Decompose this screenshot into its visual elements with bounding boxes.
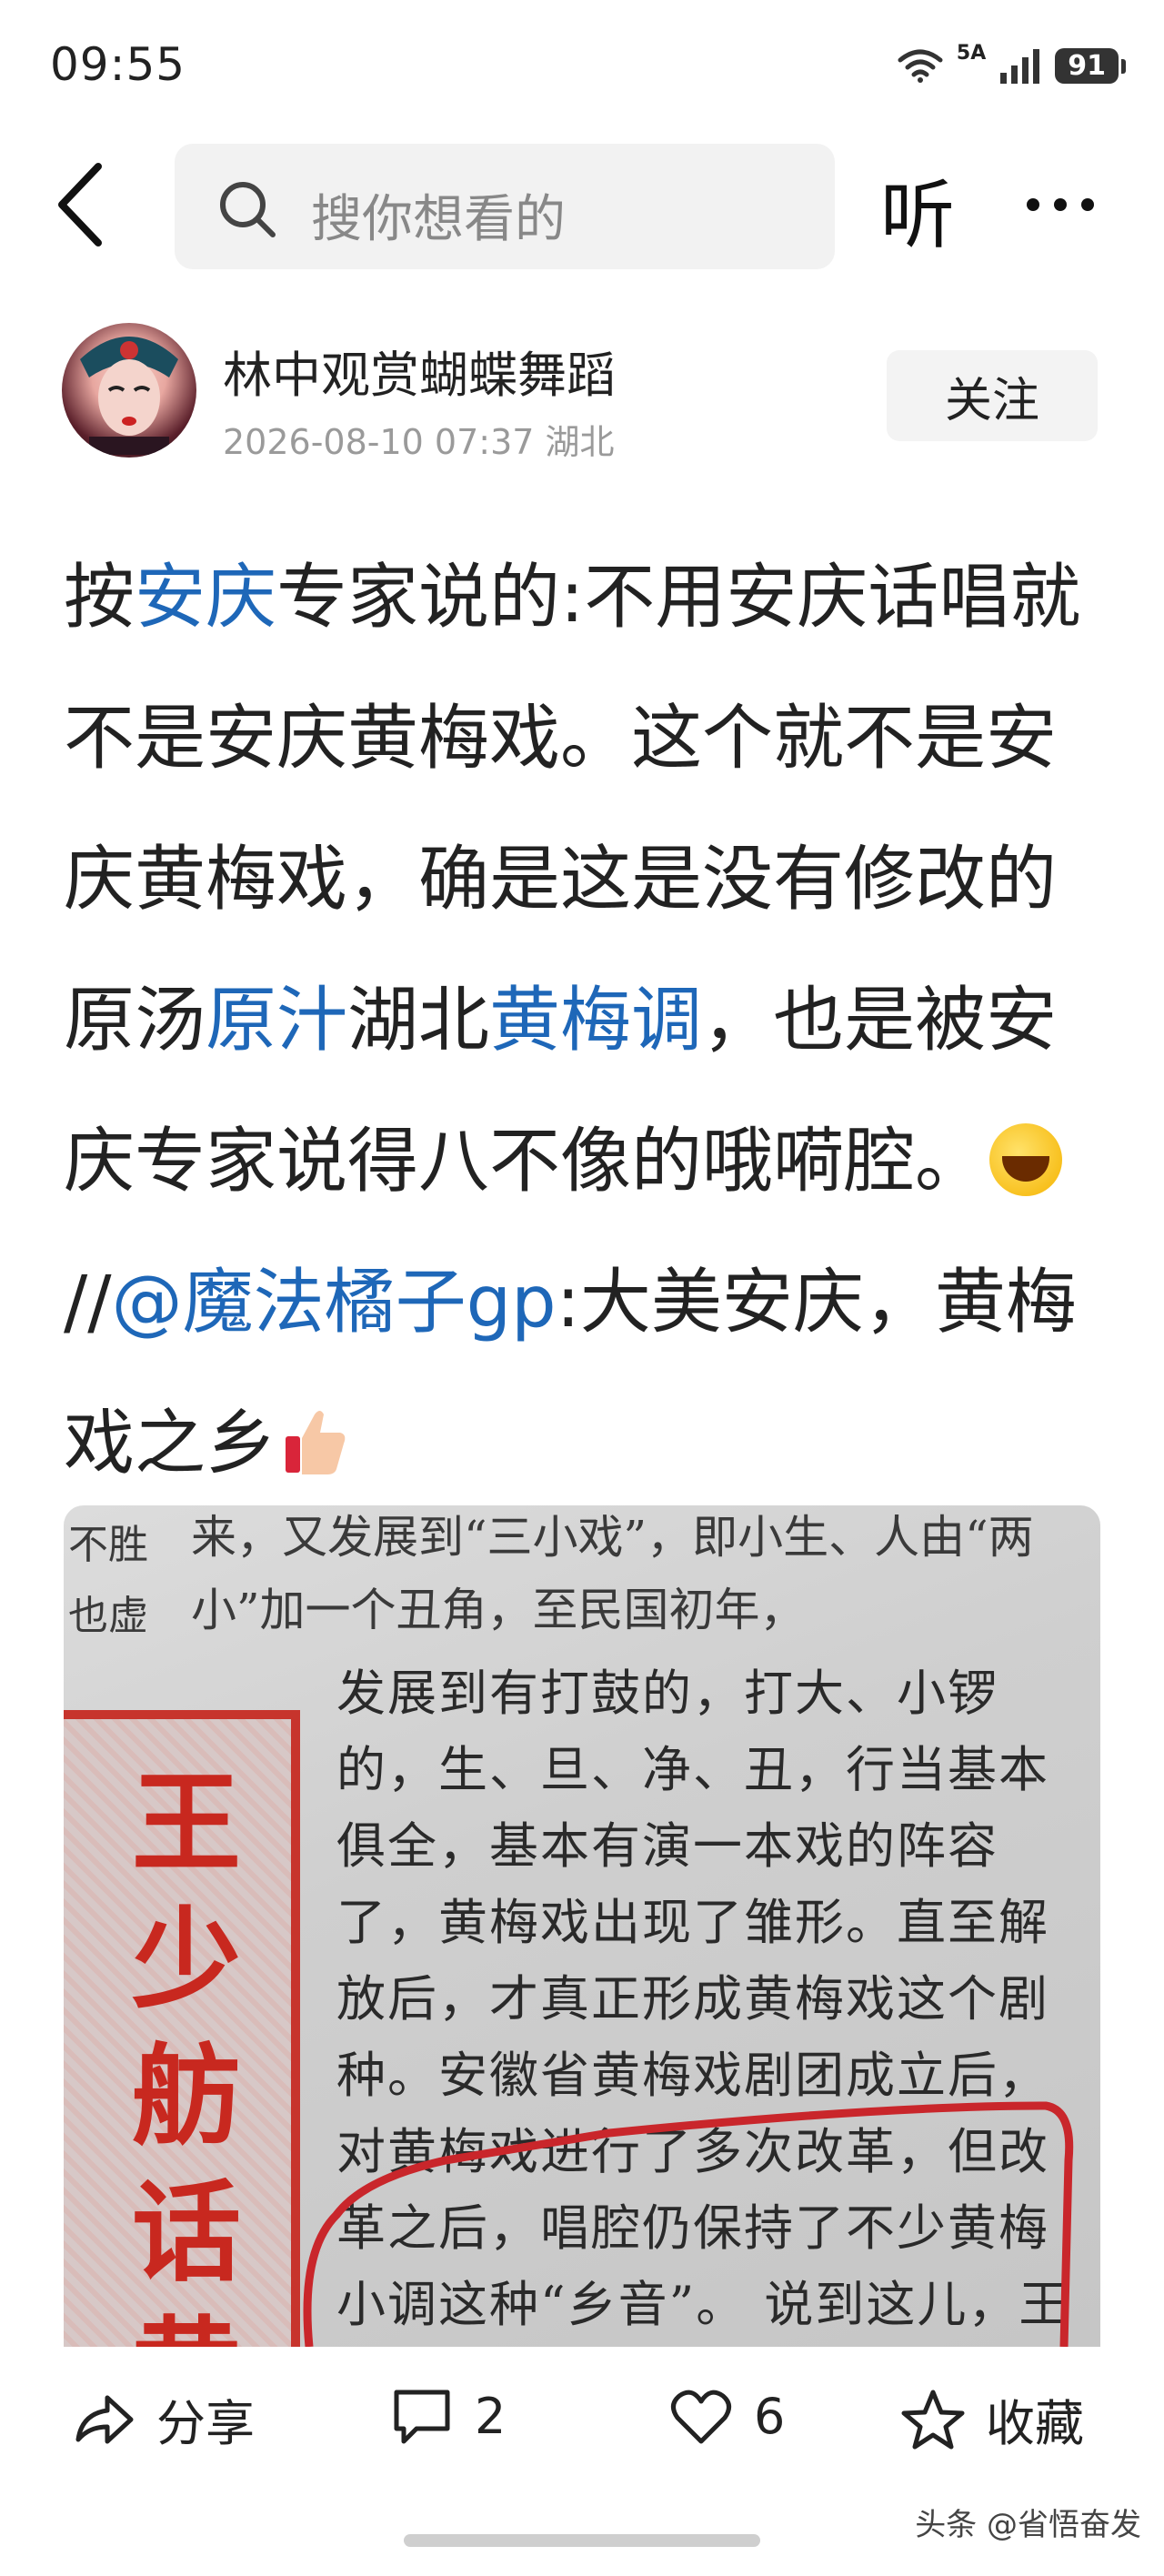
collect-button[interactable]: 收藏 [900, 2383, 1084, 2455]
status-icons: 5A 91 [897, 42, 1126, 84]
comment-icon [394, 2390, 450, 2444]
follow-button[interactable]: 关注 [887, 350, 1098, 441]
status-bar: 09:55 5A 91 [0, 0, 1164, 136]
share-icon [75, 2395, 134, 2443]
content-text: 湖北 [347, 980, 490, 1062]
collect-label: 收藏 [986, 2395, 1084, 2452]
author-name[interactable]: 林中观赏蝴蝶舞蹈 [223, 335, 616, 407]
like-count: 6 [754, 2387, 786, 2445]
more-icon[interactable] [1024, 196, 1097, 214]
post-content: 按安庆专家说的:不用安庆话唱就不是安庆黄梅戏。这个就不是安庆黄梅戏，确是这是没有… [64, 528, 1109, 1514]
laughing-crying-emoji-icon [989, 1123, 1063, 1196]
share-label: 分享 [156, 2395, 255, 2452]
battery-icon: 91 [1055, 47, 1126, 84]
like-button[interactable]: 6 [668, 2383, 785, 2449]
watermark: 头条 @省悟奋发 [915, 2507, 1141, 2543]
heart-icon [671, 2390, 731, 2444]
search-icon [220, 182, 276, 237]
comment-count: 2 [475, 2387, 507, 2445]
post-meta: 2026-08-10 07:37 湖北 [223, 414, 615, 464]
content-text: // [64, 1262, 112, 1343]
back-icon[interactable] [45, 159, 118, 250]
post-image[interactable]: 不胜 也虚 来，又发展到“三小戏”，即小生、人由“两小”加一个丑角，至民国初年，… [64, 1505, 1100, 2347]
star-icon [901, 2390, 965, 2449]
search-placeholder: 搜你想看的 [311, 190, 566, 249]
signal-icon [1000, 49, 1040, 84]
author-row: 林中观赏蝴蝶舞蹈 2026-08-10 07:37 湖北 关注 [0, 318, 1164, 464]
comment-button[interactable]: 2 [389, 2383, 506, 2449]
red-circle-annotation [303, 2101, 1074, 2347]
search-bar[interactable]: 搜你想看的 [175, 144, 835, 269]
top-navigation: 搜你想看的 听 [0, 136, 1164, 273]
thumbs-up-emoji-icon [286, 1411, 346, 1474]
avatar[interactable] [62, 323, 196, 458]
post-location: 湖北 [545, 422, 615, 462]
content-text: 按 [64, 557, 135, 639]
mention-link[interactable]: @魔法橘子gp [112, 1262, 557, 1343]
listen-button[interactable]: 听 [880, 155, 955, 263]
topic-link[interactable]: 黄梅调 [489, 980, 702, 1062]
topic-link[interactable]: 原汁 [206, 980, 347, 1062]
wifi-icon [898, 49, 943, 83]
post-timestamp: 2026-08-10 07:37 [223, 422, 535, 462]
network-label: 5A [956, 41, 987, 65]
home-indicator[interactable] [404, 2534, 760, 2547]
share-button[interactable]: 分享 [71, 2383, 255, 2455]
status-time: 09:55 [50, 38, 186, 91]
action-bar: 分享 2 6 收藏 [0, 2356, 1164, 2483]
topic-link[interactable]: 安庆 [135, 557, 276, 639]
